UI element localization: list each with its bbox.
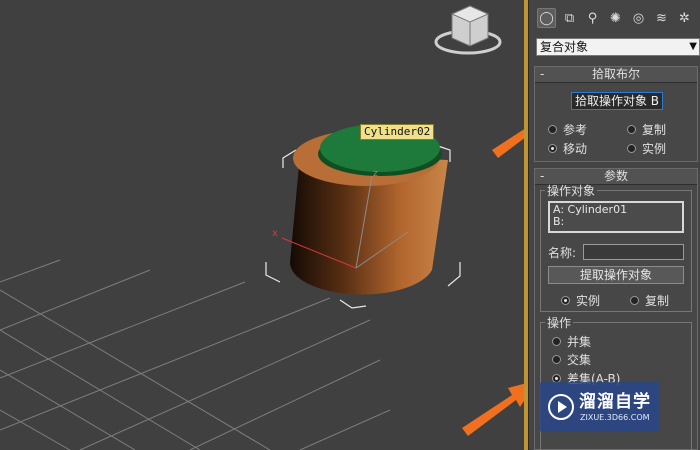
watermark-subtitle: ZIXUE.3D66.COM [580,413,650,422]
radio-label: 并集 [567,335,592,349]
radio-dot [627,144,636,153]
radio-label: 复制 [642,123,667,137]
radio-extract-instance[interactable]: 实例 [561,292,600,309]
radio-dot [630,296,639,305]
rollout-pick-boolean-header[interactable]: - 拾取布尔 [535,67,697,83]
radio-dot [627,125,636,134]
radio-dot-selected [561,296,570,305]
axis-z-label: z [373,169,378,179]
hierarchy-icon[interactable]: ⚲ [583,8,602,28]
radio-label: 移动 [563,142,588,156]
viewcube-icon [434,5,502,55]
rollout-title: 拾取布尔 [591,67,640,81]
arrow-icon-lower [462,383,524,436]
operands-list[interactable]: A: Cylinder01 B: [548,201,684,233]
arrow-icon-upper [492,129,524,158]
name-label: 名称: [548,246,577,260]
category-value: 复合对象 [540,40,589,54]
radio-dot [552,355,561,364]
command-panel-tabs: ◯ ⧉ ⚲ ✺ ◎ ≋ ✲ [537,8,694,28]
radio-extract-copy[interactable]: 复制 [630,292,669,309]
name-field[interactable] [583,244,684,260]
operands-group-title: 操作对象 [545,184,598,198]
radio-reference[interactable]: 参考 [548,121,587,138]
radio-copy[interactable]: 复制 [627,121,666,138]
radio-dot [548,125,557,134]
collapse-toggle[interactable]: - [540,169,544,184]
collapse-toggle[interactable]: - [540,67,544,82]
display-icon[interactable]: ◎ [629,8,648,28]
radio-instance[interactable]: 实例 [627,140,666,157]
pick-operand-b-button[interactable]: 拾取操作对象 B [571,92,663,110]
watermark-title: 溜溜自学 [579,392,651,412]
radio-dot [552,337,561,346]
create-icon[interactable]: ◯ [537,8,556,28]
motion-icon[interactable]: ✺ [606,8,625,28]
play-icon [548,394,574,420]
radio-intersection[interactable]: 交集 [552,351,591,368]
radio-dot-selected [548,144,557,153]
rollout-parameters-header[interactable]: - 参数 [535,169,697,185]
watermark-logo: 溜溜自学 ZIXUE.3D66.COM [540,382,660,432]
radio-label: 实例 [642,142,667,156]
operation-group-title: 操作 [545,316,574,330]
radio-label: 复制 [645,294,670,308]
radio-label: 交集 [567,353,592,367]
modify-icon[interactable]: ⧉ [560,8,579,28]
viewport-scene: x z [0,5,524,450]
chevron-down-icon[interactable]: ▼ [689,39,697,55]
radio-move[interactable]: 移动 [548,140,587,157]
object-name-label: Cylinder02 [360,124,435,140]
radio-union[interactable]: 并集 [552,333,591,350]
axis-x-label: x [272,228,278,239]
category-dropdown[interactable]: 复合对象 ▼ [536,38,700,56]
radio-label: 参考 [563,123,588,137]
radio-label: 实例 [576,294,601,308]
utilities-icon[interactable]: ≋ [652,8,671,28]
extract-operand-button[interactable]: 提取操作对象 [548,266,684,284]
extras-icon[interactable]: ✲ [675,8,694,28]
rollout-title: 参数 [603,169,628,183]
perspective-viewport[interactable]: x z Cylinder02 [0,0,524,450]
operand-a-item[interactable]: A: Cylinder01 [553,204,679,216]
operand-b-item[interactable]: B: [553,216,679,228]
